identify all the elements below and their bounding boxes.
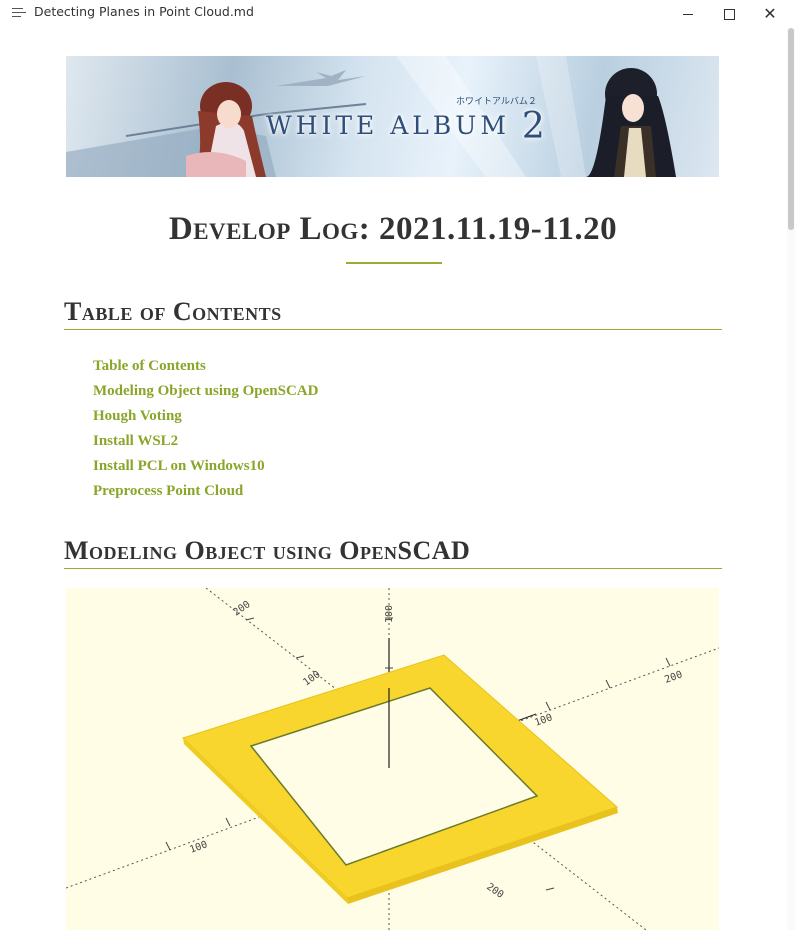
toc-link-table-of-contents[interactable]: Table of Contents (93, 354, 318, 379)
axis-label-100-neg-x: 100 (188, 839, 209, 856)
title-bar: Detecting Planes in Point Cloud.md ✕ (0, 0, 795, 28)
axis-label-100-y: 200 (484, 881, 505, 900)
axis-label-100-left: 100 (301, 669, 322, 688)
toc-link-preprocess-point-cloud[interactable]: Preprocess Point Cloud (93, 479, 318, 504)
close-button[interactable]: ✕ (750, 0, 790, 28)
maximize-button[interactable] (709, 0, 749, 28)
axis-label-100-z: 100 (384, 605, 395, 623)
vertical-scrollbar[interactable] (787, 28, 795, 930)
window-title: Detecting Planes in Point Cloud.md (34, 4, 254, 19)
toc-link-install-pcl[interactable]: Install PCL on Windows10 (93, 454, 318, 479)
openscad-render-art: 200 100 100 100 200 100 200 (66, 588, 719, 930)
menu-icon[interactable] (12, 8, 26, 20)
axis-label-200-x: 200 (663, 669, 684, 686)
close-icon: ✕ (763, 4, 777, 23)
banner-logo: WHITE ALBUM 2 (266, 106, 549, 147)
toc-link-hough-voting[interactable]: Hough Voting (93, 404, 318, 429)
maximize-icon (723, 8, 735, 20)
title-divider (346, 262, 442, 264)
banner-image: ホワイトアルバム２ WHITE ALBUM 2 (66, 56, 719, 177)
minimize-button[interactable] (668, 0, 708, 28)
toc-heading: Table of Contents (64, 297, 722, 330)
openscad-render-image: 200 100 100 100 200 100 200 (66, 588, 719, 930)
scrollbar-thumb[interactable] (788, 28, 794, 230)
modeling-heading: Modeling Object using OpenSCAD (64, 536, 722, 569)
minimize-icon (683, 13, 693, 15)
toc-link-install-wsl2[interactable]: Install WSL2 (93, 429, 318, 454)
toc-link-modeling-object[interactable]: Modeling Object using OpenSCAD (93, 379, 318, 404)
table-of-contents: Table of Contents Modeling Object using … (93, 354, 318, 504)
page-title: Develop Log: 2021.11.19-11.20 (168, 211, 618, 247)
